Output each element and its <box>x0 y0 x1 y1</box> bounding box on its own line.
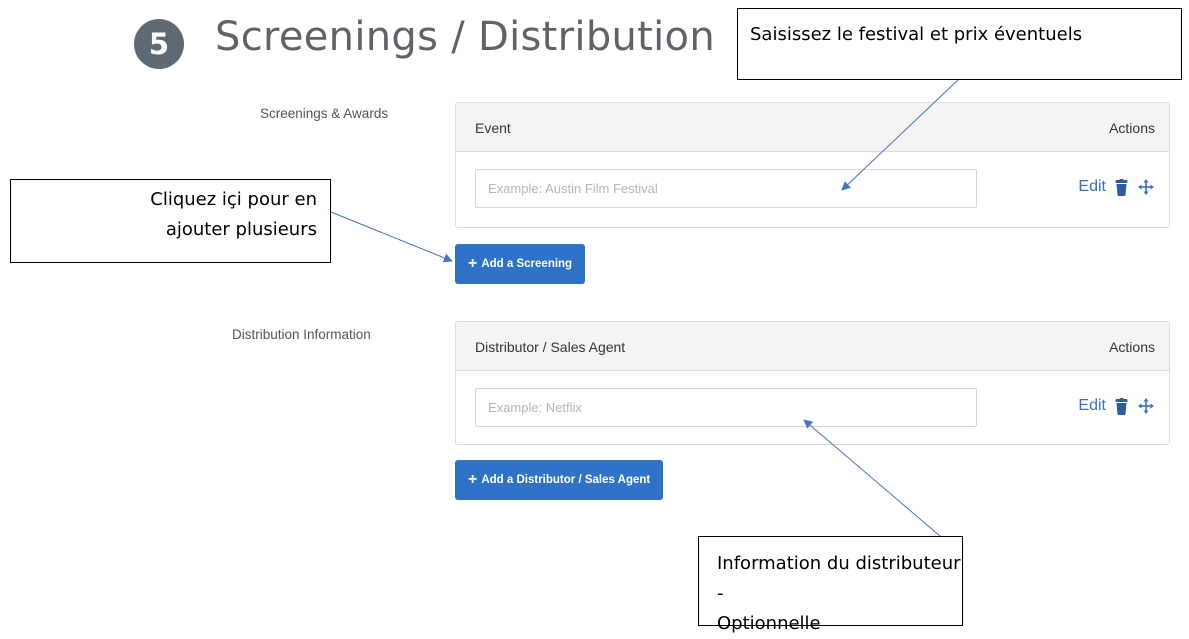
add-multiple-callout: Cliquez içi pour en ajouter plusieurs <box>10 179 331 263</box>
actions-column-header: Actions <box>1109 339 1155 355</box>
add-multiple-callout-line2: ajouter plusieurs <box>165 219 317 240</box>
add-multiple-callout-line1: Cliquez içi pour en <box>150 189 317 210</box>
festival-callout-text: Saisissez le festival et prix éventuels <box>750 24 1083 45</box>
distribution-table-header: Distributor / Sales Agent Actions <box>456 322 1169 371</box>
plus-icon: + <box>468 255 478 272</box>
trash-icon[interactable] <box>1115 397 1128 415</box>
move-icon[interactable] <box>1137 178 1155 196</box>
distribution-section-label: Distribution Information <box>232 327 371 342</box>
add-multiple-arrow <box>330 211 453 263</box>
actions-column-header: Actions <box>1109 120 1155 136</box>
screening-row: Edit <box>456 152 1169 225</box>
distribution-table: Distributor / Sales Agent Actions Edit <box>455 321 1170 445</box>
add-distributor-button[interactable]: + Add a Distributor / Sales Agent <box>455 460 664 500</box>
screenings-table-header: Event Actions <box>456 103 1169 152</box>
callout-arrows <box>330 79 959 537</box>
edit-screening-link[interactable]: Edit <box>1078 178 1106 196</box>
add-screening-button[interactable]: + Add a Screening <box>455 244 586 284</box>
page-title: Screenings / Distribution <box>215 14 715 60</box>
step-number-badge: 5 <box>134 19 184 69</box>
add-distributor-label: Add a Distributor / Sales Agent <box>481 474 651 486</box>
festival-callout: Saisissez le festival et prix éventuels <box>737 8 1182 80</box>
trash-icon[interactable] <box>1115 178 1128 196</box>
move-icon[interactable] <box>1137 397 1155 415</box>
distributor-row: Edit <box>456 371 1169 444</box>
event-input[interactable] <box>475 169 977 208</box>
event-column-header: Event <box>475 120 511 136</box>
distributor-callout-line2: Optionnelle <box>717 613 821 634</box>
distributor-callout-line1: Information du distributeur - <box>717 553 961 604</box>
screening-row-actions: Edit <box>1078 178 1155 196</box>
distributor-row-actions: Edit <box>1078 397 1155 415</box>
screenings-table: Event Actions Edit <box>455 102 1170 228</box>
screenings-section-label: Screenings & Awards <box>260 106 389 121</box>
distributor-input[interactable] <box>475 388 977 427</box>
plus-icon: + <box>468 471 478 488</box>
distributor-callout: Information du distributeur - Optionnell… <box>698 536 963 634</box>
edit-distributor-link[interactable]: Edit <box>1078 397 1106 415</box>
add-screening-label: Add a Screening <box>481 258 573 270</box>
distributor-column-header: Distributor / Sales Agent <box>475 339 626 355</box>
